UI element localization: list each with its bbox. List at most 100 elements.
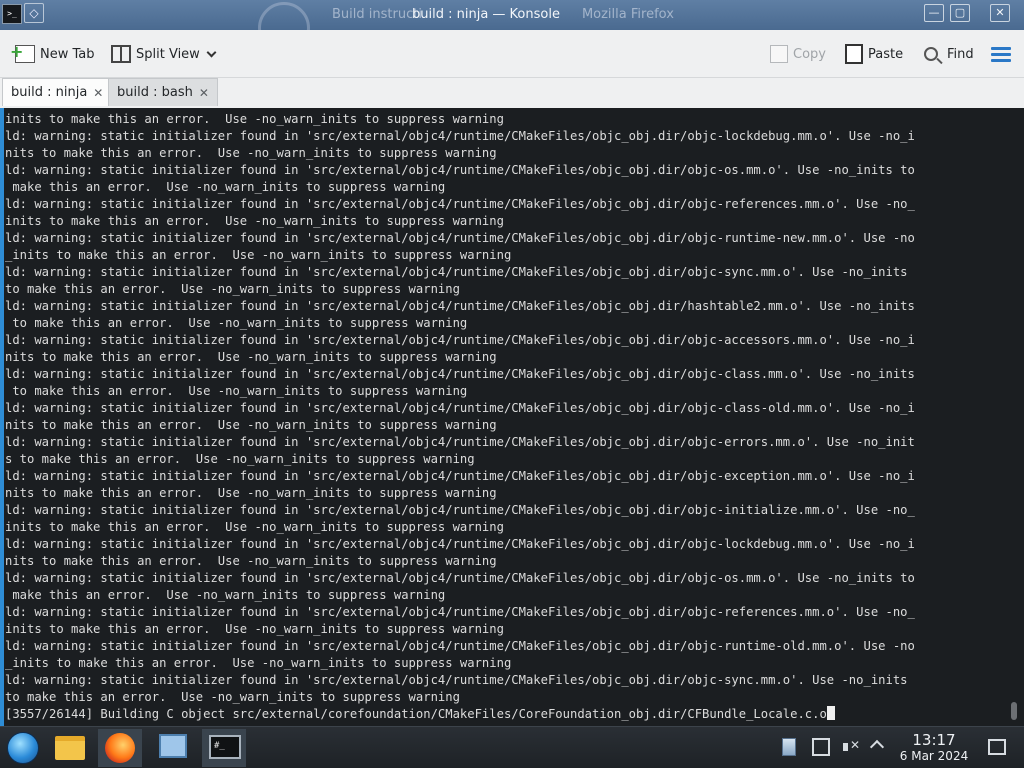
terminal-line-text: ld: warning: static initializer found in… — [5, 401, 915, 415]
tab-build-ninja[interactable]: build : ninja ✕ — [2, 78, 113, 106]
terminal-line-text: ld: warning: static initializer found in… — [5, 129, 915, 143]
paste-icon — [845, 44, 863, 64]
terminal-line-text: to make this an error. Use -no_warn_init… — [5, 690, 460, 704]
clock-time: 13:17 — [912, 731, 956, 749]
firefox-button[interactable] — [98, 729, 142, 767]
window-titlebar[interactable]: >_ ◇ Build instructi Mozilla Firefox buil… — [0, 0, 1024, 54]
active-view-indicator — [0, 108, 4, 726]
split-view-button[interactable]: Split View — [111, 42, 217, 66]
terminal-line: to make this an error. Use -no_warn_init… — [5, 315, 1009, 332]
terminal-line-text: nits to make this an error. Use -no_warn… — [5, 350, 497, 364]
terminal-line-text: _inits to make this an error. Use -no_wa… — [5, 248, 512, 262]
close-window-button[interactable]: ✕ — [990, 4, 1010, 22]
terminal-line-text: inits to make this an error. Use -no_war… — [5, 112, 504, 126]
terminal-line-text: to make this an error. Use -no_warn_init… — [5, 282, 460, 296]
terminal-line: make this an error. Use -no_warn_inits t… — [5, 587, 1009, 604]
terminal-line: ld: warning: static initializer found in… — [5, 196, 1009, 213]
terminal-icon: #_ — [209, 735, 241, 759]
keep-above-pin-icon[interactable]: ◇ — [24, 3, 44, 23]
terminal-line-text: make this an error. Use -no_warn_inits t… — [5, 588, 446, 602]
konsole-task-button[interactable]: #_ — [202, 729, 246, 767]
start-menu-button[interactable] — [2, 729, 46, 767]
terminal-view[interactable]: inits to make this an error. Use -no_war… — [0, 108, 1024, 726]
desktop: >_ ◇ Build instructi Mozilla Firefox buil… — [0, 0, 1024, 768]
terminal-line: ld: warning: static initializer found in… — [5, 468, 1009, 485]
terminal-line: to make this an error. Use -no_warn_init… — [5, 689, 1009, 706]
minimize-button[interactable]: — — [924, 4, 944, 22]
konsole-app-icon[interactable]: >_ — [2, 4, 22, 24]
terminal-scrollbar[interactable] — [1010, 110, 1020, 722]
terminal-line: nits to make this an error. Use -no_warn… — [5, 145, 1009, 162]
terminal-line: nits to make this an error. Use -no_warn… — [5, 349, 1009, 366]
terminal-line: ld: warning: static initializer found in… — [5, 162, 1009, 179]
terminal-line: ld: warning: static initializer found in… — [5, 672, 1009, 689]
terminal-line-text: inits to make this an error. Use -no_war… — [5, 622, 504, 636]
terminal-line: make this an error. Use -no_warn_inits t… — [5, 179, 1009, 196]
new-tab-label: New Tab — [40, 46, 95, 62]
terminal-line-text: ld: warning: static initializer found in… — [5, 503, 915, 517]
chevron-down-icon[interactable] — [206, 47, 217, 57]
terminal-line: [3557/26144] Building C object src/exter… — [5, 706, 1009, 723]
terminal-line-text: to make this an error. Use -no_warn_init… — [5, 384, 468, 398]
new-tab-icon — [10, 42, 35, 63]
konsole-toolbar: New Tab Split View Copy Paste Find — [0, 30, 1024, 78]
terminal-line-text: _inits to make this an error. Use -no_wa… — [5, 656, 512, 670]
terminal-line-text: inits to make this an error. Use -no_war… — [5, 520, 504, 534]
find-label: Find — [947, 46, 974, 62]
terminal-line: inits to make this an error. Use -no_war… — [5, 213, 1009, 230]
settings-monitor-icon — [159, 734, 187, 758]
search-icon — [924, 47, 938, 61]
terminal-line-text: ld: warning: static initializer found in… — [5, 673, 908, 687]
close-tab-icon[interactable]: ✕ — [199, 86, 209, 100]
terminal-line-text: ld: warning: static initializer found in… — [5, 605, 915, 619]
new-tab-button[interactable]: New Tab — [10, 42, 95, 66]
paste-button[interactable]: Paste — [845, 42, 903, 66]
close-tab-icon[interactable]: ✕ — [93, 86, 103, 100]
network-icon[interactable] — [782, 738, 796, 756]
hamburger-menu-icon[interactable] — [991, 47, 1011, 63]
find-button[interactable]: Find — [924, 42, 974, 66]
terminal-line-text: inits to make this an error. Use -no_war… — [5, 214, 504, 228]
terminal-line: ld: warning: static initializer found in… — [5, 400, 1009, 417]
terminal-line-text: s to make this an error. Use -no_warn_in… — [5, 452, 475, 466]
terminal-line-text: ld: warning: static initializer found in… — [5, 469, 915, 483]
terminal-line: ld: warning: static initializer found in… — [5, 366, 1009, 383]
tab-label: build : bash — [117, 85, 193, 100]
start-orb-icon — [7, 732, 39, 764]
terminal-line-text: nits to make this an error. Use -no_warn… — [5, 418, 497, 432]
volume-muted-icon[interactable] — [842, 738, 860, 756]
copy-button[interactable]: Copy — [770, 42, 826, 66]
terminal-line: ld: warning: static initializer found in… — [5, 264, 1009, 281]
system-settings-button[interactable] — [150, 729, 194, 767]
tab-build-bash[interactable]: build : bash ✕ — [108, 78, 218, 106]
chevron-up-icon[interactable] — [869, 739, 885, 755]
file-manager-button[interactable] — [48, 729, 92, 767]
terminal-line-text: nits to make this an error. Use -no_warn… — [5, 486, 497, 500]
firefox-icon — [105, 733, 135, 763]
maximize-button[interactable]: ▢ — [950, 4, 970, 22]
tab-label: build : ninja — [11, 85, 88, 100]
window-title: build : ninja — Konsole — [412, 7, 560, 22]
terminal-line-text: nits to make this an error. Use -no_warn… — [5, 554, 497, 568]
terminal-line: _inits to make this an error. Use -no_wa… — [5, 655, 1009, 672]
terminal-line-text: ld: warning: static initializer found in… — [5, 367, 915, 381]
terminal-line: ld: warning: static initializer found in… — [5, 638, 1009, 655]
terminal-line-text: ld: warning: static initializer found in… — [5, 333, 915, 347]
terminal-line: nits to make this an error. Use -no_warn… — [5, 417, 1009, 434]
terminal-line: s to make this an error. Use -no_warn_in… — [5, 451, 1009, 468]
terminal-line-text: ld: warning: static initializer found in… — [5, 639, 915, 653]
terminal-line-text: ld: warning: static initializer found in… — [5, 163, 915, 177]
show-desktop-icon[interactable] — [988, 739, 1006, 755]
folder-icon — [55, 736, 85, 760]
terminal-line: ld: warning: static initializer found in… — [5, 230, 1009, 247]
clock[interactable]: 13:17 6 Mar 2024 — [898, 731, 970, 763]
terminal-line: inits to make this an error. Use -no_war… — [5, 621, 1009, 638]
terminal-line: inits to make this an error. Use -no_war… — [5, 519, 1009, 536]
terminal-line: _inits to make this an error. Use -no_wa… — [5, 247, 1009, 264]
clipboard-icon[interactable] — [812, 738, 830, 756]
terminal-cursor — [826, 706, 835, 720]
terminal-line: inits to make this an error. Use -no_war… — [5, 111, 1009, 128]
scrollbar-handle[interactable] — [1011, 702, 1017, 720]
taskbar: #_ 13:17 6 Mar 2024 — [0, 726, 1024, 768]
terminal-line-text: ld: warning: static initializer found in… — [5, 435, 915, 449]
